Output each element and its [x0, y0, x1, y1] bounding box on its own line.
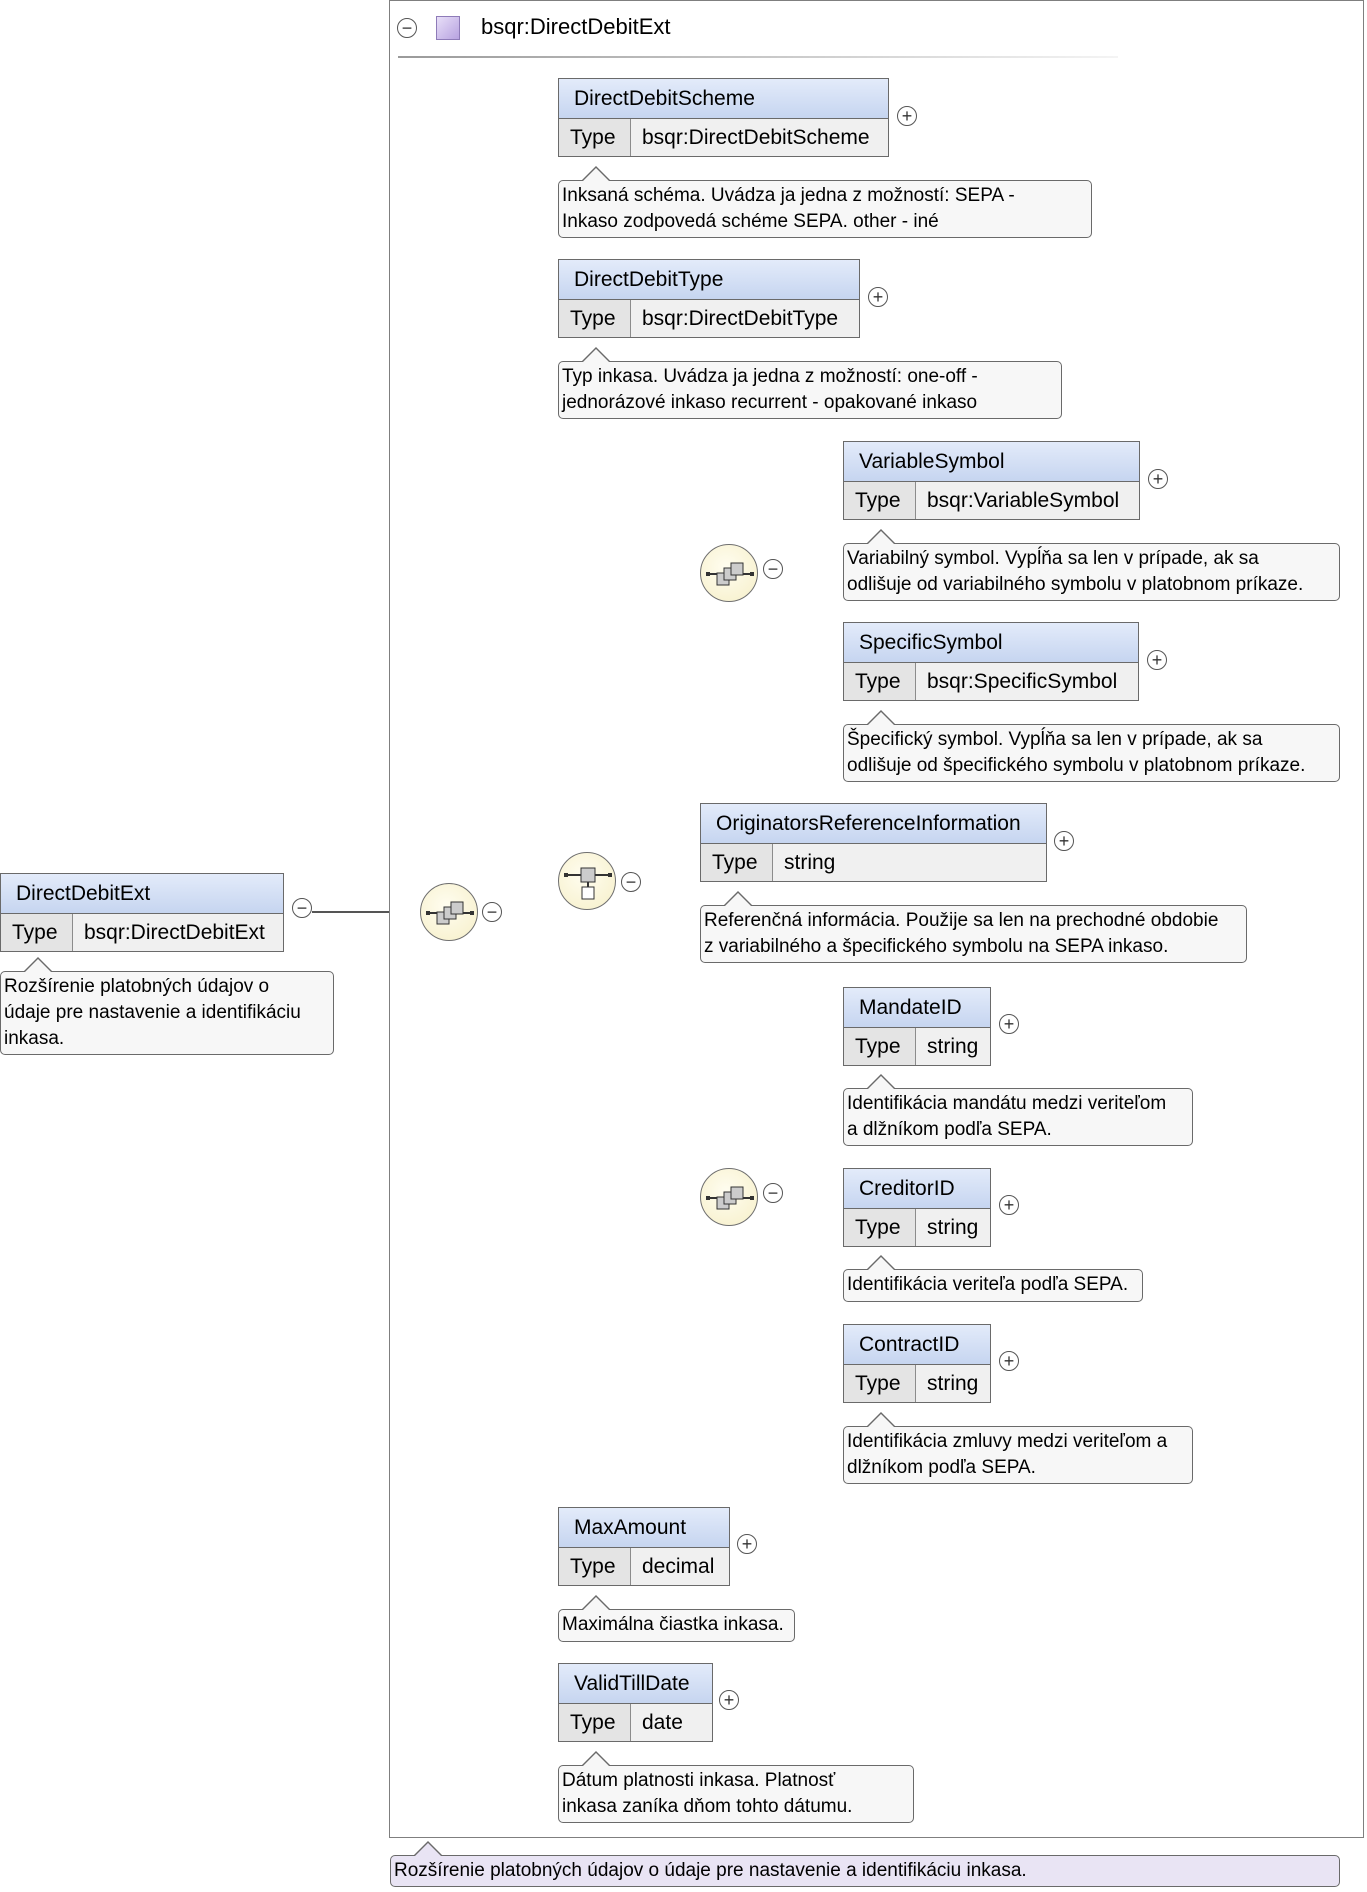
expand-icon[interactable]: +	[999, 1351, 1019, 1371]
contract-id-description: Identifikácia zmluvy medzi veriteľom a d…	[843, 1412, 1193, 1484]
type-label: Type	[1, 914, 73, 951]
element-name: DirectDebitScheme	[559, 79, 888, 119]
type-label: Type	[559, 300, 631, 337]
element-creditor-id[interactable]: CreditorID Type string	[843, 1168, 991, 1247]
element-name: MandateID	[844, 988, 990, 1028]
type-value: string	[927, 1216, 979, 1239]
element-name: VariableSymbol	[844, 442, 1139, 482]
direct-debit-type-description: Typ inkasa. Uvádza ja jedna z možností: …	[558, 347, 1062, 419]
element-valid-till-date[interactable]: ValidTillDate Type date	[558, 1663, 713, 1742]
type-label: Type	[559, 1548, 631, 1585]
type-value: date	[642, 1711, 683, 1734]
element-root[interactable]: DirectDebitExt Type bsqr:DirectDebitExt	[0, 873, 284, 952]
expand-icon[interactable]: +	[1148, 469, 1168, 489]
mandate-id-description: Identifikácia mandátu medzi veriteľom a …	[843, 1074, 1193, 1146]
type-value: string	[927, 1372, 979, 1395]
element-name: DirectDebitExt	[1, 874, 283, 914]
collapse-icon[interactable]: −	[482, 902, 502, 922]
sequence-compositor-icon[interactable]	[700, 1168, 758, 1226]
type-value: string	[784, 851, 836, 874]
type-value: bsqr:DirectDebitType	[642, 307, 839, 330]
type-label: Type	[844, 1209, 916, 1246]
element-name: ValidTillDate	[559, 1664, 712, 1704]
type-value: decimal	[642, 1555, 715, 1578]
element-name: OriginatorsReferenceInformation	[701, 804, 1046, 844]
element-name: SpecificSymbol	[844, 623, 1138, 663]
type-value: bsqr:DirectDebitExt	[84, 921, 265, 944]
type-value: string	[927, 1035, 979, 1058]
root-description: Rozšírenie platobných údajov o údaje pre…	[0, 957, 334, 1055]
title-divider	[398, 56, 1118, 58]
element-name: ContractID	[844, 1325, 990, 1365]
element-name: DirectDebitType	[559, 260, 859, 300]
element-name: MaxAmount	[559, 1508, 729, 1548]
type-value: bsqr:VariableSymbol	[927, 489, 1120, 512]
choice-compositor-icon[interactable]	[558, 852, 616, 910]
expand-icon[interactable]: +	[737, 1534, 757, 1554]
collapse-icon[interactable]: −	[621, 872, 641, 892]
type-label: Type	[844, 1365, 916, 1402]
complex-type-icon	[436, 16, 460, 40]
type-label: Type	[844, 482, 916, 519]
sequence-compositor-icon[interactable]	[700, 544, 758, 602]
type-value: bsqr:DirectDebitScheme	[642, 126, 870, 149]
element-contract-id[interactable]: ContractID Type string	[843, 1324, 991, 1403]
specific-symbol-description: Špecifický symbol. Vypĺňa sa len v prípa…	[843, 710, 1340, 782]
element-variable-symbol[interactable]: VariableSymbol Type bsqr:VariableSymbol	[843, 441, 1140, 520]
expand-icon[interactable]: +	[999, 1014, 1019, 1034]
expand-icon[interactable]: +	[868, 287, 888, 307]
collapse-icon[interactable]: −	[292, 898, 312, 918]
sequence-compositor-icon[interactable]	[420, 883, 478, 941]
type-label: Type	[559, 1704, 631, 1741]
expand-icon[interactable]: +	[1054, 831, 1074, 851]
collapse-icon[interactable]: −	[763, 1183, 783, 1203]
complex-type-description: Rozšírenie platobných údajov o údaje pre…	[390, 1841, 1340, 1887]
direct-debit-scheme-description: Inksaná schéma. Uvádza ja jedna z možnos…	[558, 166, 1092, 238]
collapse-icon[interactable]: −	[763, 559, 783, 579]
element-direct-debit-type[interactable]: DirectDebitType Type bsqr:DirectDebitType	[558, 259, 860, 338]
originators-reference-information-description: Referenčná informácia. Použije sa len na…	[700, 891, 1247, 963]
variable-symbol-description: Variabilný symbol. Vypĺňa sa len v prípa…	[843, 529, 1340, 601]
expand-icon[interactable]: +	[719, 1690, 739, 1710]
element-originators-reference-information[interactable]: OriginatorsReferenceInformation Type stri…	[700, 803, 1047, 882]
valid-till-date-description: Dátum platnosti inkasa. Platnosť inkasa …	[558, 1751, 914, 1823]
max-amount-description: Maximálna čiastka inkasa.	[558, 1595, 795, 1642]
expand-icon[interactable]: +	[999, 1195, 1019, 1215]
type-label: Type	[559, 119, 631, 156]
element-max-amount[interactable]: MaxAmount Type decimal	[558, 1507, 730, 1586]
element-name: CreditorID	[844, 1169, 990, 1209]
type-label: Type	[844, 1028, 916, 1065]
type-value: bsqr:SpecificSymbol	[927, 670, 1118, 693]
creditor-id-description: Identifikácia veriteľa podľa SEPA.	[843, 1255, 1143, 1302]
complex-type-title: bsqr:DirectDebitExt	[481, 14, 671, 39]
expand-icon[interactable]: +	[1147, 650, 1167, 670]
collapse-icon[interactable]: −	[397, 18, 417, 38]
element-direct-debit-scheme[interactable]: DirectDebitScheme Type bsqr:DirectDebitSc…	[558, 78, 889, 157]
type-label: Type	[701, 844, 773, 881]
type-label: Type	[844, 663, 916, 700]
element-mandate-id[interactable]: MandateID Type string	[843, 987, 991, 1066]
expand-icon[interactable]: +	[897, 106, 917, 126]
element-specific-symbol[interactable]: SpecificSymbol Type bsqr:SpecificSymbol	[843, 622, 1139, 701]
